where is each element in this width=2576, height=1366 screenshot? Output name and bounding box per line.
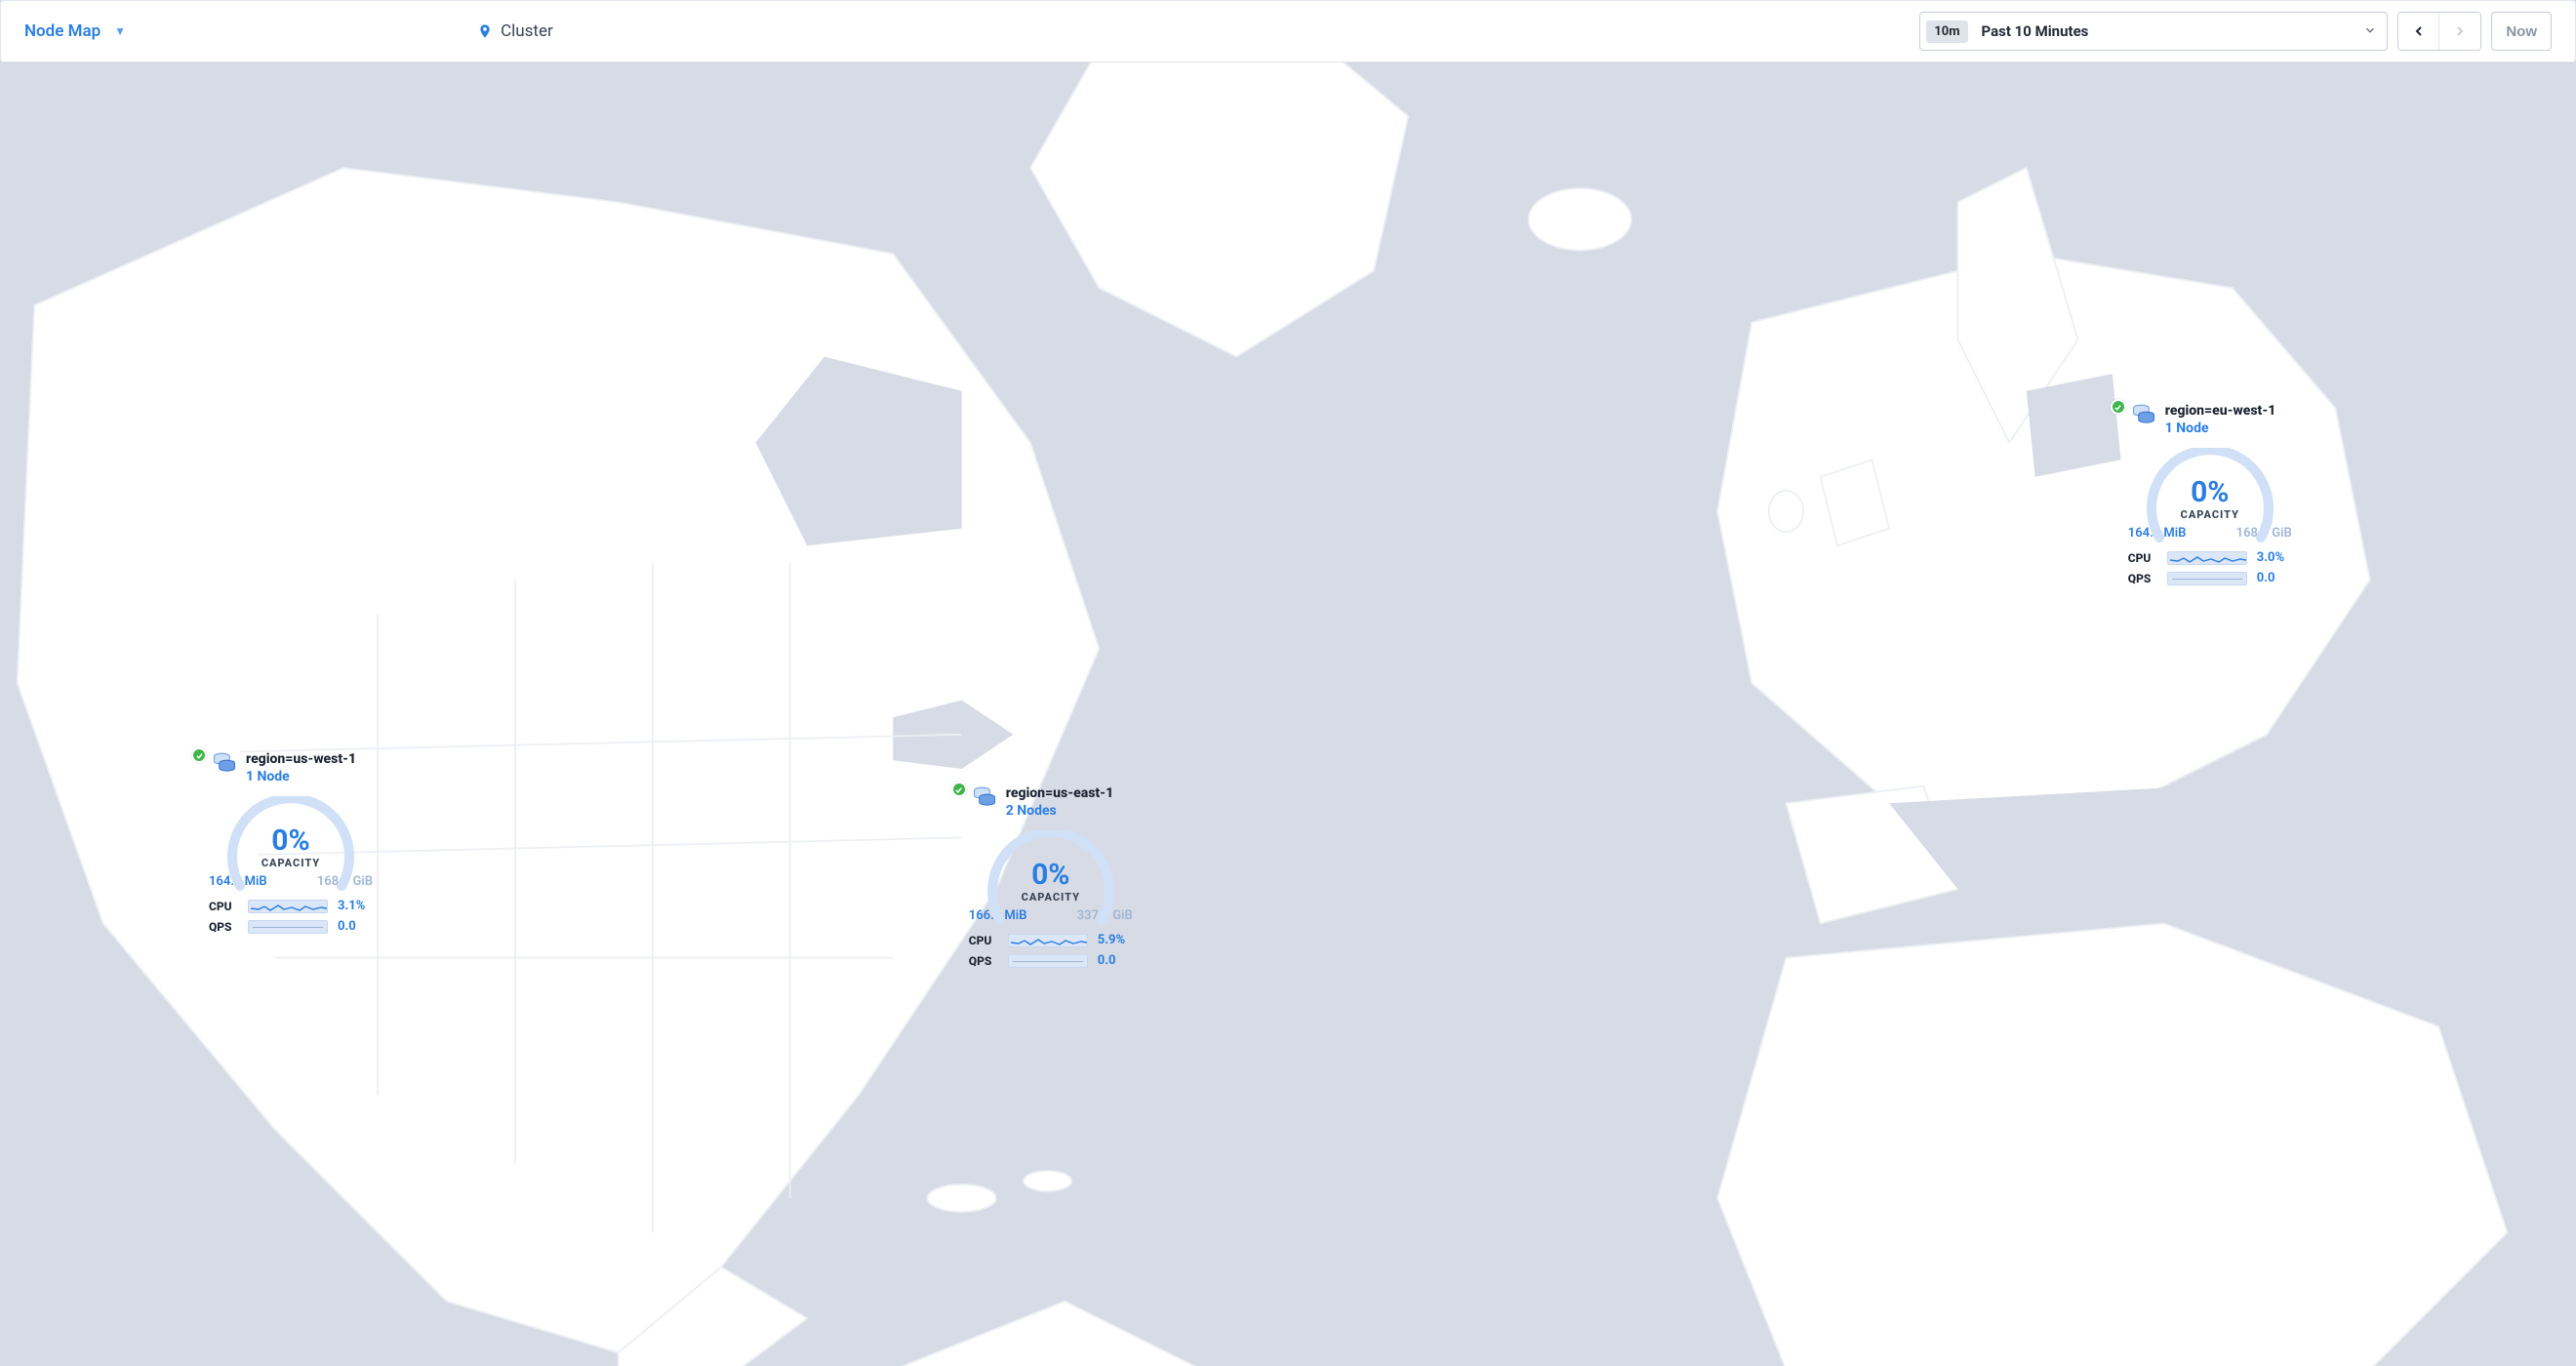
node-count: 2 Nodes	[1006, 803, 1113, 819]
location-pin-icon	[477, 22, 493, 40]
capacity-gauge: 0% CAPACITY 164.4 MiB 168.9 GiB CPU 3.0%…	[2113, 448, 2308, 591]
time-range-label: Past 10 Minutes	[1982, 22, 2089, 40]
now-button[interactable]: Now	[2491, 12, 2552, 51]
database-icon	[2130, 401, 2155, 426]
breadcrumb[interactable]: Cluster	[477, 21, 553, 41]
region-card-us-west-1[interactable]: region=us-west-1 1 Node 0% CAPACITY 164.…	[193, 751, 388, 940]
capacity-gauge: 0% CAPACITY 166.3 MiB 337.9 GiB CPU 5.9%…	[953, 830, 1148, 974]
time-prev-button[interactable]	[2398, 13, 2439, 50]
time-controls: 10m Past 10 Minutes Now	[1919, 12, 2552, 51]
time-nav-buttons	[2397, 12, 2481, 51]
top-toolbar: Node Map ▼ Cluster 10m Past 10 Minutes	[0, 0, 2576, 62]
time-next-button[interactable]	[2439, 13, 2480, 50]
world-map-background[interactable]	[0, 0, 2576, 1366]
breadcrumb-label: Cluster	[501, 21, 553, 41]
chevron-down-icon	[2363, 22, 2377, 41]
qps-sparkline	[248, 920, 328, 934]
qps-sparkline	[1008, 954, 1088, 968]
time-range-badge: 10m	[1926, 20, 1967, 43]
map-landmasses	[0, 0, 2576, 1366]
database-icon	[971, 783, 996, 809]
region-card-eu-west-1[interactable]: region=eu-west-1 1 Node 0% CAPACITY 164.…	[2113, 403, 2308, 591]
status-healthy-icon	[191, 747, 207, 763]
capacity-percent: 0%	[983, 858, 1119, 892]
caret-down-icon: ▼	[114, 24, 126, 38]
chevron-left-icon	[2411, 23, 2427, 39]
capacity-percent: 0%	[222, 824, 359, 858]
node-count: 1 Node	[246, 769, 356, 784]
region-name: region=eu-west-1	[2165, 403, 2276, 419]
cpu-sparkline	[2167, 551, 2247, 565]
region-name: region=us-west-1	[246, 751, 356, 767]
view-selector-label: Node Map	[24, 21, 101, 41]
database-icon	[211, 749, 236, 775]
capacity-label: CAPACITY	[222, 857, 359, 869]
status-healthy-icon	[951, 782, 967, 797]
qps-sparkline	[2167, 572, 2247, 585]
capacity-gauge: 0% CAPACITY 164.3 MiB 168.9 GiB CPU 3.1%…	[193, 796, 388, 940]
capacity-percent: 0%	[2142, 475, 2278, 509]
cpu-sparkline	[248, 900, 328, 913]
cpu-sparkline	[1008, 934, 1088, 947]
status-healthy-icon	[2111, 399, 2126, 415]
chevron-right-icon	[2452, 23, 2468, 39]
region-name: region=us-east-1	[1006, 785, 1113, 801]
region-card-us-east-1[interactable]: region=us-east-1 2 Nodes 0% CAPACITY 166…	[953, 785, 1148, 974]
capacity-label: CAPACITY	[2142, 508, 2278, 521]
view-selector[interactable]: Node Map ▼	[24, 21, 126, 41]
time-range-selector[interactable]: 10m Past 10 Minutes	[1919, 12, 2388, 51]
capacity-label: CAPACITY	[983, 891, 1119, 904]
node-count: 1 Node	[2165, 421, 2276, 436]
